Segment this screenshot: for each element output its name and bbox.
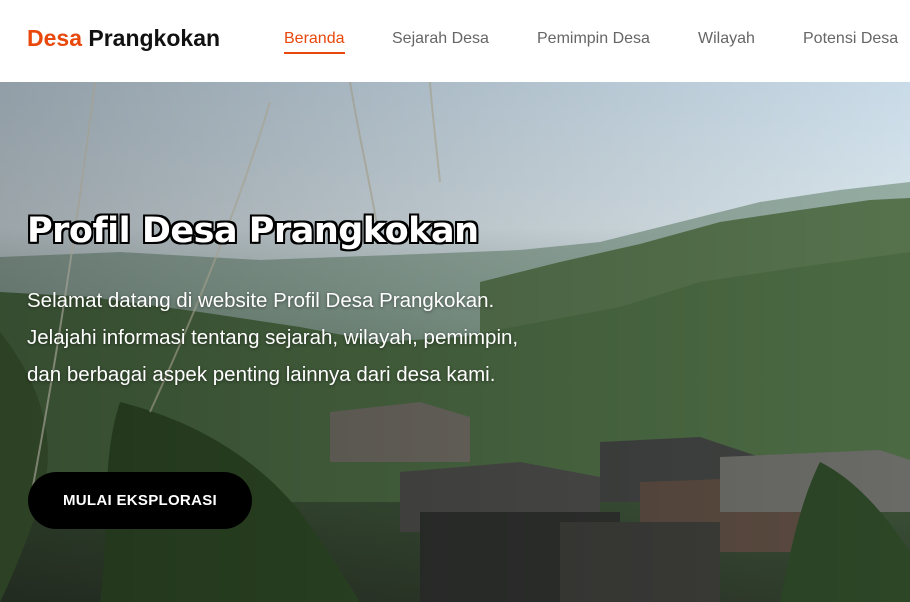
nav-wilayah[interactable]: Wilayah xyxy=(698,30,755,48)
nav-beranda[interactable]: Beranda xyxy=(284,30,345,54)
mulai-eksplorasi-button[interactable]: MULAI EKSPLORASI xyxy=(28,472,252,529)
brand-accent: Desa xyxy=(27,25,82,51)
navbar: Desa Prangkokan Beranda Sejarah Desa Pem… xyxy=(0,0,910,82)
hero-description: Selamat datang di website Profil Desa Pr… xyxy=(27,289,519,386)
nav-potensi-desa[interactable]: Potensi Desa xyxy=(803,30,898,48)
hero-section: Profil Desa Prangkokan Selamat datang di… xyxy=(0,82,910,602)
hero-title: Profil Desa Prangkokan xyxy=(27,211,479,251)
site-logo[interactable]: Desa Prangkokan xyxy=(27,25,220,52)
nav-sejarah-desa[interactable]: Sejarah Desa xyxy=(392,30,489,48)
nav-pemimpin-desa[interactable]: Pemimpin Desa xyxy=(537,30,650,48)
brand-name: Prangkokan xyxy=(88,25,221,51)
